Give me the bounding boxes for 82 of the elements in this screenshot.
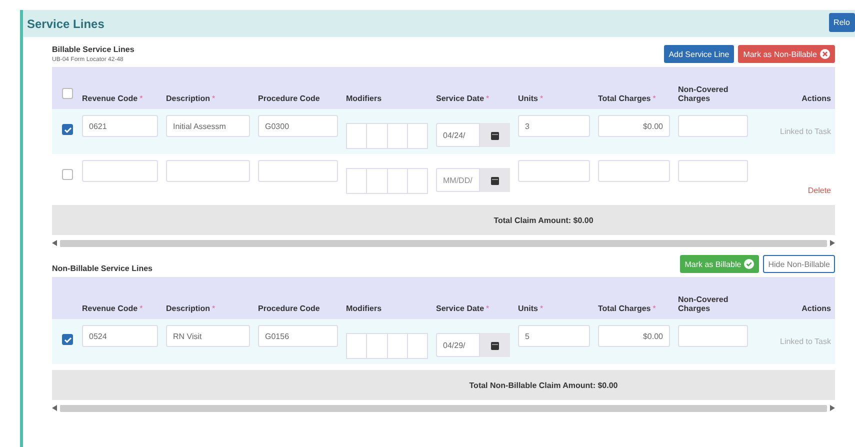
checkbox[interactable] — [62, 124, 73, 135]
column-header: Non-Covered Charges — [678, 295, 730, 313]
units-field[interactable] — [518, 160, 590, 182]
required-mark: * — [140, 304, 143, 313]
non-covered-charges-field[interactable] — [678, 115, 748, 137]
horizontal-scrollbar[interactable] — [52, 404, 835, 412]
column-header: Procedure Code — [258, 94, 320, 103]
column-header: Units — [518, 304, 538, 313]
column-header: Actions — [802, 94, 831, 103]
action-button[interactable]: Mark as Non-Billable — [738, 45, 835, 63]
units-field[interactable]: 5 — [518, 325, 590, 347]
total-amount: Total Non-Billable Claim Amount: $0.00 — [469, 380, 618, 390]
close-circle-icon — [820, 49, 830, 59]
required-mark: * — [486, 304, 490, 313]
section-title: Service Lines — [27, 16, 104, 30]
total-charges-field[interactable]: $0.00 — [598, 325, 670, 347]
delete-link[interactable]: Delete — [808, 172, 831, 195]
required-mark: * — [212, 94, 216, 103]
required-mark: * — [652, 94, 656, 103]
description-field[interactable]: RN Visit — [166, 325, 250, 347]
column-header: Service Date — [436, 304, 484, 313]
column-header: Description — [166, 304, 210, 313]
checkbox[interactable] — [62, 169, 73, 180]
required-mark: * — [486, 94, 490, 103]
non-covered-charges-field[interactable] — [678, 325, 748, 347]
calendar-icon — [491, 176, 499, 184]
scroll-left-icon — [52, 240, 57, 246]
status-text: Linked to Task — [780, 337, 831, 346]
toggle-button[interactable]: Hide Non-Billable — [763, 255, 835, 273]
horizontal-scrollbar[interactable] — [52, 239, 835, 247]
required-mark: * — [652, 304, 656, 313]
date-field[interactable]: 04/29/ — [436, 333, 480, 357]
reload-button[interactable]: Relo — [828, 13, 855, 32]
column-header: Revenue Code — [82, 304, 138, 313]
revenue-code-field[interactable]: 0621 — [82, 115, 158, 137]
procedure-code-field[interactable]: G0156 — [258, 325, 338, 347]
checkbox[interactable] — [62, 334, 73, 345]
column-header: Total Charges — [598, 304, 651, 313]
description-field[interactable]: Initial Assessm — [166, 115, 250, 137]
non-covered-charges-field[interactable] — [678, 160, 748, 182]
calendar-icon — [491, 340, 499, 350]
status-text: Linked to Task — [780, 127, 831, 136]
column-header: Procedure Code — [258, 304, 320, 313]
procedure-code-field[interactable]: G0300 — [258, 115, 338, 137]
revenue-code-field[interactable]: 0524 — [82, 325, 158, 347]
scroll-left-icon — [52, 405, 57, 411]
required-mark: * — [540, 94, 544, 103]
section-heading: Billable Service Lines — [52, 45, 134, 54]
procedure-code-field[interactable] — [258, 160, 338, 182]
date-field[interactable]: MM/DD/ — [436, 168, 480, 192]
column-header: Revenue Code — [82, 94, 138, 103]
modifier-fields[interactable] — [346, 123, 428, 149]
calendar-button[interactable] — [480, 333, 510, 357]
required-mark: * — [540, 304, 544, 313]
date-field[interactable]: 04/24/ — [436, 123, 480, 147]
column-header: Actions — [802, 304, 831, 313]
column-header: Description — [166, 94, 210, 103]
action-button[interactable]: Add Service Line — [664, 45, 734, 63]
section-heading: Non-Billable Service Lines — [52, 264, 152, 273]
check-circle-icon — [744, 259, 754, 269]
description-field[interactable] — [166, 160, 250, 182]
calendar-button[interactable] — [480, 168, 510, 192]
total-charges-field[interactable] — [598, 160, 670, 182]
checkbox[interactable] — [62, 88, 73, 99]
scroll-right-icon — [830, 405, 835, 411]
column-header: Modifiers — [346, 94, 382, 103]
modifier-fields[interactable] — [346, 168, 428, 194]
calendar-icon — [491, 130, 499, 140]
units-field[interactable]: 3 — [518, 115, 590, 137]
column-header: Service Date — [436, 94, 484, 103]
scroll-right-icon — [830, 240, 835, 246]
required-mark: * — [140, 94, 143, 103]
column-header: Units — [518, 94, 538, 103]
column-header: Total Charges — [598, 94, 651, 103]
required-mark: * — [212, 304, 216, 313]
modifier-fields[interactable] — [346, 333, 428, 359]
column-header: Modifiers — [346, 304, 382, 313]
calendar-button[interactable] — [480, 123, 510, 147]
column-header: Non-Covered Charges — [678, 85, 730, 103]
total-amount: Total Claim Amount: $0.00 — [494, 216, 594, 224]
revenue-code-field[interactable] — [82, 160, 158, 182]
total-charges-field[interactable]: $0.00 — [598, 115, 670, 137]
